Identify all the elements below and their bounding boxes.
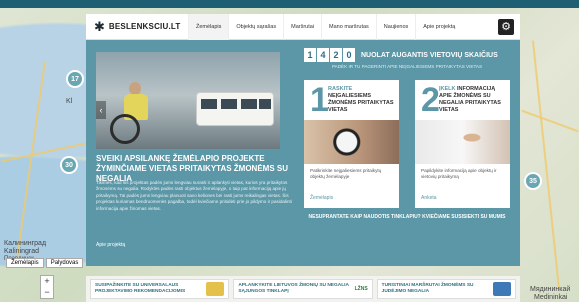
banner-text: TURISTINIAI MARŠRUTAI ŽMONĖMS SU JUDĖJIM… — [381, 283, 474, 294]
card-link[interactable]: Žemėlapis — [310, 195, 333, 201]
nav-item-about[interactable]: Apie projektą — [415, 13, 462, 40]
map-place-label: Kl — [66, 98, 73, 105]
hero-photo: ‹ — [96, 52, 280, 149]
counter-digit: 0 — [343, 48, 355, 62]
map-place-label: Мядининкай — [530, 286, 571, 293]
contact-prompt[interactable]: NESUPRANTATE KAIP NAUDOTIS TINKLAPIU? KV… — [304, 214, 510, 220]
counter-digit: 2 — [330, 48, 342, 62]
zoom-in-button[interactable]: + — [41, 276, 53, 287]
card-title: RASKITE NEĮGALIESIEMS ŽMONĖMS PRITAIKYTA… — [328, 86, 394, 113]
zoom-control: + − — [40, 275, 54, 299]
wheelchair-icon — [492, 282, 511, 296]
map-place-label: Kaliningrad — [4, 248, 40, 255]
main-nav: Žemėlapis Objektų sąrašas Maršrutai Mano… — [188, 13, 462, 40]
map-place-label: Medininkai — [534, 294, 568, 301]
promo-title: NUOLAT AUGANTIS VIETOVIŲ SKAIČIUS — [361, 51, 498, 59]
design-recommendations-banner[interactable]: SUSIPAŽINKITE SU UNIVERSALAUS PROJEKTAVI… — [90, 279, 230, 299]
counter-digit: 1 — [304, 48, 316, 62]
gear-icon[interactable]: ⚙ — [498, 19, 514, 35]
nav-item-news[interactable]: Naujienos — [375, 13, 415, 40]
card-text: Patikrinkite neįgaliesiems pritaikytų ob… — [310, 168, 382, 179]
tourist-routes-banner[interactable]: TURISTINIAI MARŠRUTAI ŽMONĖMS SU JUDĖJIM… — [376, 279, 516, 299]
laptop-photo — [415, 120, 510, 164]
map-type-controls: Žemėlapis Palydovas — [6, 258, 84, 268]
nav-item-objects[interactable]: Objektų sąrašas — [228, 13, 283, 40]
lzns-logo: LŽNS — [354, 286, 368, 292]
logo-text: BESLENKSCIU.LT — [108, 22, 181, 31]
wheelchair-illustration — [110, 114, 140, 144]
site-header: ✱ BESLENKSCIU.LT Žemėlapis Objektų sąraš… — [86, 13, 520, 40]
map-marker[interactable]: 35 — [524, 172, 542, 190]
pencil-icon — [206, 282, 225, 296]
zoom-out-button[interactable]: − — [41, 287, 53, 298]
card-link[interactable]: Anketa — [421, 195, 437, 201]
banner-text: APLANKYKITE LIETUVOS ŽMONIŲ SU NEGALIA S… — [238, 283, 349, 294]
card-text: Papildykite informaciją apie objektų ir … — [421, 168, 497, 179]
lzns-banner[interactable]: APLANKYKITE LIETUVOS ŽMONIŲ SU NEGALIA S… — [233, 279, 373, 299]
nav-item-my-route[interactable]: Mano maršrutas — [321, 13, 376, 40]
card-number: 2 — [421, 81, 440, 119]
map-marker[interactable]: 17 — [66, 70, 84, 88]
welcome-text: Tikimės, kad šis projektas padės jums le… — [96, 180, 292, 211]
about-link[interactable]: Apie projektą — [96, 242, 125, 248]
promo-header: 1 4 2 0 NUOLAT AUGANTIS VIETOVIŲ SKAIČIU… — [304, 48, 510, 69]
card-number: 1 — [310, 81, 329, 119]
top-bar — [0, 0, 579, 8]
place-counter: 1 4 2 0 — [304, 48, 356, 62]
slider-prev-icon[interactable]: ‹ — [96, 100, 106, 119]
magnifier-photo — [304, 120, 399, 164]
counter-digit: 4 — [317, 48, 329, 62]
upload-info-card[interactable]: 2 ĮKELK INFORMACIJĄ APIE ŽMONĖMS SU NEGA… — [415, 80, 510, 208]
banner-text: SUSIPAŽINKITE SU UNIVERSALAUS PROJEKTAVI… — [95, 283, 186, 294]
logo-icon: ✱ — [94, 18, 105, 34]
map-place-label: Калининград — [4, 240, 47, 247]
nav-item-routes[interactable]: Maršrutai — [283, 13, 321, 40]
map-marker[interactable]: 30 — [60, 156, 78, 174]
bus-illustration — [196, 92, 274, 126]
banner-row: SUSIPAŽINKITE SU UNIVERSALAUS PROJEKTAVI… — [86, 276, 520, 302]
welcome-panel: ‹ SVEIKI APSILANKĘ ŽEMĖLAPIO PROJEKTE ŽY… — [86, 40, 520, 266]
satellite-type-button[interactable]: Palydovas — [45, 258, 84, 268]
find-places-card[interactable]: 1 RASKITE NEĮGALIESIEMS ŽMONĖMS PRITAIKY… — [304, 80, 399, 208]
map-type-button[interactable]: Žemėlapis — [6, 258, 44, 268]
nav-item-map[interactable]: Žemėlapis — [188, 13, 229, 40]
promo-subtitle: PADĖK IR TU PAGERINTI APIE NEĮGALIESIEMS… — [331, 64, 483, 69]
card-title: ĮKELK INFORMACIJĄ APIE ŽMONĖMS SU NEGALI… — [439, 86, 501, 113]
site-logo[interactable]: ✱ BESLENKSCIU.LT — [94, 19, 186, 35]
